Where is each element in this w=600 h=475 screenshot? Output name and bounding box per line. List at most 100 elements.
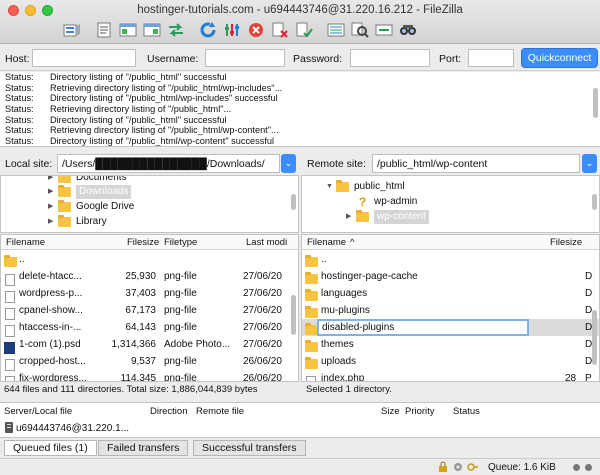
local-site-label: Local site: — [5, 158, 53, 170]
table-row[interactable]: 1-com (1).psd 1,314,366 Adobe Photo... 27/0… — [1, 336, 298, 354]
folder-icon — [356, 210, 369, 222]
message-log-icon[interactable] — [94, 20, 114, 40]
tree-item-public-html[interactable]: ▼ public_html — [326, 180, 405, 194]
table-row[interactable]: index.php 28 P — [302, 370, 599, 381]
message-log[interactable]: Status: Directory listing of "/public_htm… — [0, 72, 600, 147]
search-icon[interactable] — [398, 20, 418, 40]
password-label: Password: — [293, 53, 343, 65]
chevron-down-icon: ⌄ — [585, 158, 594, 168]
column-filetype[interactable]: Filetype — [164, 237, 197, 248]
username-input[interactable] — [205, 49, 285, 67]
key-icon — [467, 461, 479, 473]
local-status: 644 files and 111 directories. Total siz… — [4, 384, 258, 395]
port-input[interactable] — [468, 49, 514, 67]
chevron-down-icon: ⌄ — [284, 158, 293, 168]
folder-icon — [305, 272, 318, 284]
remote-path-input[interactable]: /public_html/wp-content — [372, 154, 580, 173]
column-server-local-file[interactable]: Server/Local file — [4, 406, 72, 417]
column-filename[interactable]: Filename — [307, 237, 346, 248]
table-row[interactable]: fix-wordpress... 114,345 png-file 26/06/20 — [1, 370, 298, 381]
table-row[interactable]: mu-plugins D — [302, 302, 599, 319]
table-row[interactable]: htaccess-in-... 64,143 png-file 27/06/20 — [1, 319, 298, 337]
log-line: Status: Directory listing of "/public_htm… — [5, 72, 227, 82]
local-list-scrollbar[interactable] — [291, 295, 296, 335]
tree-item-wp-admin[interactable]: ? wp-admin — [346, 195, 418, 209]
password-input[interactable] — [350, 49, 430, 67]
log-line: Status: Retrieving directory listing of "… — [5, 82, 283, 93]
local-tree-scrollbar[interactable] — [291, 194, 296, 210]
column-last-modified[interactable]: Last modi — [246, 237, 287, 248]
tree-item-library[interactable]: ▶ Library — [48, 215, 107, 229]
process-queue-icon[interactable] — [222, 20, 242, 40]
sync-browse-icon[interactable] — [374, 20, 394, 40]
table-row[interactable]: uploads D — [302, 353, 599, 370]
table-row[interactable]: hostinger-page-cache D — [302, 268, 599, 285]
local-path-dropdown[interactable]: ⌄ — [281, 154, 296, 173]
tree-item-documents[interactable]: ▶ Documents — [48, 176, 127, 185]
tab-queued-files[interactable]: Queued files (1) — [4, 440, 97, 456]
tree-item-downloads[interactable]: ▶ Downloads — [48, 185, 132, 199]
remote-tree-scrollbar[interactable] — [592, 194, 597, 210]
tab-successful-transfers[interactable]: Successful transfers — [193, 440, 306, 456]
site-manager-icon[interactable] — [62, 20, 82, 40]
remote-list-header: Filename ^ Filesize — [302, 235, 599, 250]
table-row-renaming[interactable]: disabled-plugins D — [302, 319, 599, 336]
log-scrollbar[interactable] — [593, 88, 598, 118]
folder-icon — [58, 200, 71, 212]
column-direction[interactable]: Direction — [150, 406, 188, 417]
toolbar — [62, 18, 422, 42]
table-row[interactable]: cpanel-show... 67,173 png-file 27/06/20 — [1, 302, 298, 320]
table-row[interactable]: delete-htacc... 25,930 png-file 27/06/20 — [1, 268, 298, 286]
column-filename[interactable]: Filename — [6, 237, 45, 248]
compare-icon[interactable] — [350, 20, 370, 40]
rename-input[interactable]: disabled-plugins — [317, 319, 529, 336]
local-file-list[interactable]: Filename Filesize Filetype Last modi .. … — [0, 234, 299, 382]
table-row[interactable]: wordpress-p... 37,403 png-file 27/06/20 — [1, 285, 298, 303]
column-remote-file[interactable]: Remote file — [196, 406, 244, 417]
host-input[interactable] — [32, 49, 136, 67]
filter-icon[interactable] — [326, 20, 346, 40]
disconnect-icon[interactable] — [270, 20, 290, 40]
cancel-icon[interactable] — [246, 20, 266, 40]
remote-directory-tree[interactable]: ▼ public_html ? wp-admin ▶ wp-content — [301, 175, 600, 233]
remote-file-list[interactable]: Filename ^ Filesize .. hostinger-page-ca… — [301, 234, 600, 382]
lock-icon — [437, 461, 449, 473]
remote-path-dropdown[interactable]: ⌄ — [582, 154, 597, 173]
refresh-icon[interactable] — [198, 20, 218, 40]
remote-status: Selected 1 directory. — [306, 384, 392, 395]
local-path-input[interactable]: /Users/███████████████/Downloads/ — [57, 154, 280, 173]
table-row[interactable]: .. — [1, 251, 298, 268]
folder-icon — [305, 306, 318, 318]
folder-icon — [305, 255, 318, 267]
transfer-queue-icon[interactable] — [166, 20, 186, 40]
quickconnect-button[interactable]: Quickconnect — [521, 48, 598, 68]
column-filesize[interactable]: Filesize — [127, 237, 159, 248]
status-bar: Queue: 1.6 KiB — [0, 458, 600, 475]
column-priority[interactable]: Priority — [405, 406, 435, 417]
host-label: Host: — [5, 53, 30, 65]
tree-item-google-drive[interactable]: ▶ Google Drive — [48, 200, 134, 214]
table-row[interactable]: languages D — [302, 285, 599, 302]
transfer-queue[interactable]: Server/Local file Direction Remote file … — [0, 402, 600, 438]
table-row[interactable]: themes D — [302, 336, 599, 353]
sort-ascending-icon: ^ — [350, 237, 355, 248]
tree-item-wp-content[interactable]: ▶ wp-content — [346, 210, 429, 224]
local-site-bar: Local site: /Users/███████████████/Downl… — [0, 153, 300, 175]
queue-tabs: Queued files (1) Failed transfers Succes… — [0, 439, 600, 457]
column-filesize[interactable]: Filesize — [550, 237, 582, 248]
settings-icon — [452, 461, 464, 473]
upload-indicator-icon — [573, 464, 580, 471]
reconnect-icon[interactable] — [294, 20, 314, 40]
table-row[interactable]: .. — [302, 251, 599, 268]
table-row[interactable]: cropped-host... 9,537 png-file 26/06/20 — [1, 353, 298, 371]
window-title: hostinger-tutorials.com - u694443746@31.… — [137, 4, 463, 16]
server-icon — [4, 421, 14, 437]
tab-failed-transfers[interactable]: Failed transfers — [98, 440, 189, 456]
column-status[interactable]: Status — [453, 406, 480, 417]
remote-list-scrollbar[interactable] — [592, 310, 597, 365]
folder-icon — [336, 180, 349, 192]
local-directory-tree[interactable]: ▶ Documents ▶ Downloads ▶ Google Drive ▶ Lib… — [0, 175, 299, 233]
remote-tree-icon[interactable] — [142, 20, 162, 40]
column-size[interactable]: Size — [381, 406, 399, 417]
local-tree-icon[interactable] — [118, 20, 138, 40]
